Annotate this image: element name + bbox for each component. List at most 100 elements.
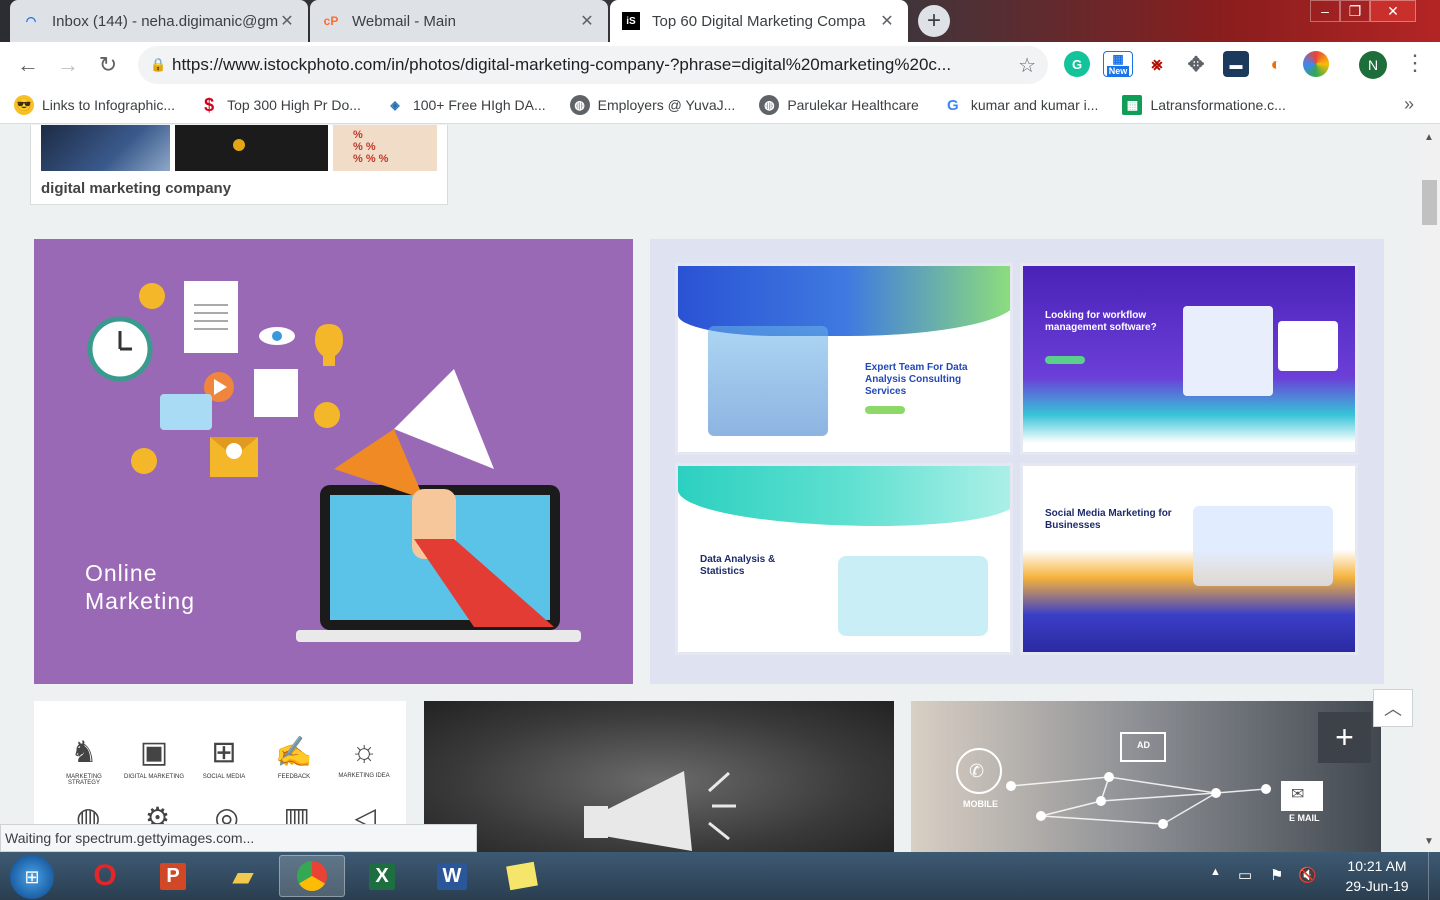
grammarly-icon[interactable]: G	[1064, 51, 1090, 77]
bookmarks-overflow-icon[interactable]: »	[1404, 94, 1414, 115]
excel-taskbar-button[interactable]: X	[349, 855, 415, 897]
bookmarks-bar: 😎 Links to Infographic... $ Top 300 High…	[0, 87, 1440, 124]
close-icon[interactable]: ✕	[278, 11, 296, 31]
award-icon	[233, 139, 245, 151]
scroll-down-arrow-icon[interactable]: ▼	[1424, 836, 1434, 847]
bookmark-item[interactable]: G kumar and kumar i...	[943, 95, 1099, 115]
tab-title: Top 60 Digital Marketing Compa	[652, 12, 866, 30]
new-tab-button[interactable]: +	[918, 5, 950, 37]
marketing-icon-item: ▣ DIGITAL MARKETING	[124, 735, 184, 786]
istock-icon: iS	[622, 12, 640, 30]
reload-button[interactable]: ↻	[88, 45, 128, 85]
bookmark-item[interactable]: ◈ 100+ Free HIgh DA...	[385, 95, 545, 115]
new-extension-icon[interactable]: ▦ New	[1103, 51, 1133, 77]
taskbar-clock[interactable]: 10:21 AM 29-Jun-19	[1338, 856, 1416, 896]
sheets-icon: ▦	[1122, 95, 1143, 115]
windows-logo-icon: ⊞	[24, 866, 40, 887]
bookmark-star-icon[interactable]: ☆	[1018, 53, 1036, 78]
online-marketing-image[interactable]: Online Marketing	[34, 239, 633, 684]
theme-extension-icon[interactable]: ◐	[1263, 51, 1289, 77]
bookmark-label: Employers @ YuvaJ...	[597, 97, 736, 113]
web-templates-image[interactable]: Expert Team For Data Analysis Consulting…	[650, 239, 1384, 684]
icon-row: ♞ MARKETING STRATEGY ▣ DIGITAL MARKETING…	[54, 735, 394, 786]
marketing-icon-item: ☼ MARKETING IDEA	[334, 735, 394, 786]
plus-icon: +	[1335, 719, 1354, 755]
panel-illustration	[1278, 321, 1338, 371]
tab-strip: ◠ Inbox (144) - neha.digimanic@gm ✕ cP W…	[0, 0, 1440, 42]
minimize-button[interactable]: –	[1310, 0, 1340, 22]
back-button[interactable]: ←	[8, 45, 48, 85]
panel-button	[865, 406, 905, 414]
related-search-label[interactable]: digital marketing company	[41, 180, 231, 197]
chrome-taskbar-button[interactable]	[279, 855, 345, 897]
scroll-up-arrow-icon[interactable]: ▲	[1424, 132, 1434, 143]
icon-label: MARKETING STRATEGY	[66, 774, 102, 786]
related-thumbnail	[41, 125, 170, 171]
show-desktop-button[interactable]	[1428, 852, 1440, 900]
sticky-notes-icon	[506, 861, 538, 891]
pdf-icon[interactable]: ⨳	[1144, 51, 1170, 77]
window-controls: – ❐ ✕	[1310, 0, 1416, 24]
digital-network-image[interactable]: ✆ MOBILE AD ✉ E MAIL	[911, 701, 1381, 852]
lock-icon: 🔒	[150, 57, 167, 72]
explorer-taskbar-button[interactable]: ▰	[210, 855, 276, 897]
bookmark-label: Latransformatione.c...	[1150, 97, 1286, 113]
tab-webmail[interactable]: cP Webmail - Main ✕	[310, 0, 608, 42]
excel-icon: X	[369, 862, 395, 890]
marketing-icon-item: ⊞ SOCIAL MEDIA	[194, 735, 254, 786]
bookmark-label: Links to Infographic...	[42, 97, 176, 113]
bookmark-item[interactable]: ◍ Parulekar Healthcare	[759, 95, 919, 115]
window-close-button[interactable]: ✕	[1370, 0, 1416, 22]
url-text[interactable]: https://www.istockphoto.com/in/photos/di…	[172, 55, 1018, 75]
start-button[interactable]: ⊞	[10, 855, 54, 899]
forward-button[interactable]: →	[48, 45, 88, 85]
chalkboard-megaphone-image[interactable]	[424, 701, 894, 852]
network-icon: ⊞	[211, 736, 237, 769]
address-bar[interactable]: 🔒 https://www.istockphoto.com/in/photos/…	[138, 46, 1048, 84]
template-panel: Looking for workflow management software…	[1020, 263, 1358, 455]
scrollbar-thumb[interactable]	[1422, 180, 1437, 225]
browser-menu-icon[interactable]: ⋮	[1404, 50, 1426, 76]
bookmark-item[interactable]: $ Top 300 High Pr Do...	[199, 95, 361, 115]
bookmark-item[interactable]: ◍ Employers @ YuvaJ...	[569, 95, 736, 115]
folder-icon: ▰	[233, 860, 253, 891]
color-picker-icon[interactable]	[1303, 51, 1329, 77]
vertical-scrollbar[interactable]	[1422, 125, 1440, 852]
network-icon[interactable]: ▭	[1238, 866, 1252, 884]
icon-label: SOCIAL MEDIA	[202, 774, 246, 780]
opera-taskbar-button[interactable]: O	[72, 855, 138, 897]
panel-title: Expert Team For Data Analysis Consulting…	[865, 362, 968, 397]
feedback-icon: ✍	[275, 736, 313, 769]
bookmark-label: Top 300 High Pr Do...	[227, 97, 361, 113]
phone-icon: ✆	[969, 761, 985, 781]
panel-illustration	[1183, 306, 1273, 396]
bookmark-label: kumar and kumar i...	[970, 97, 1099, 113]
tab-gmail[interactable]: ◠ Inbox (144) - neha.digimanic@gm ✕	[10, 0, 308, 42]
powerpoint-taskbar-button[interactable]: P	[140, 855, 206, 897]
google-icon: G	[946, 96, 959, 114]
maximize-button[interactable]: ❐	[1340, 0, 1370, 22]
panel-wave	[678, 466, 1010, 526]
folder-extension-icon[interactable]: ▬	[1223, 51, 1249, 77]
clock-date: 29-Jun-19	[1345, 878, 1409, 894]
back-to-top-button[interactable]: ︿	[1373, 689, 1413, 727]
tab-istock[interactable]: iS Top 60 Digital Marketing Compa ✕	[610, 0, 908, 42]
close-icon[interactable]: ✕	[578, 11, 596, 31]
browser-toolbar: ← → ↻ 🔒 https://www.istockphoto.com/in/p…	[0, 42, 1440, 87]
move-icon[interactable]: ✥	[1183, 51, 1209, 77]
profile-avatar[interactable]: N	[1359, 51, 1387, 79]
close-icon[interactable]: ✕	[878, 11, 896, 31]
bookmark-item[interactable]: 😎 Links to Infographic...	[14, 95, 175, 115]
online-marketing-illustration	[87, 281, 581, 642]
action-center-flag-icon[interactable]: ⚑	[1270, 866, 1283, 884]
bookmark-item[interactable]: ▦ Latransformatione.c...	[1122, 95, 1286, 115]
marketing-icon-item: ✍ FEEDBACK	[264, 735, 324, 786]
tab-title: Inbox (144) - neha.digimanic@gm	[52, 12, 278, 30]
marketing-icon-item: ♞ MARKETING STRATEGY	[54, 735, 114, 786]
volume-muted-icon[interactable]: 🔇	[1298, 866, 1317, 884]
word-taskbar-button[interactable]: W	[419, 855, 485, 897]
tray-expand-icon[interactable]: ▲	[1210, 866, 1221, 878]
globe-icon: ◍	[759, 95, 780, 115]
add-to-board-button[interactable]: +	[1318, 712, 1371, 763]
sticky-notes-taskbar-button[interactable]	[489, 855, 555, 897]
